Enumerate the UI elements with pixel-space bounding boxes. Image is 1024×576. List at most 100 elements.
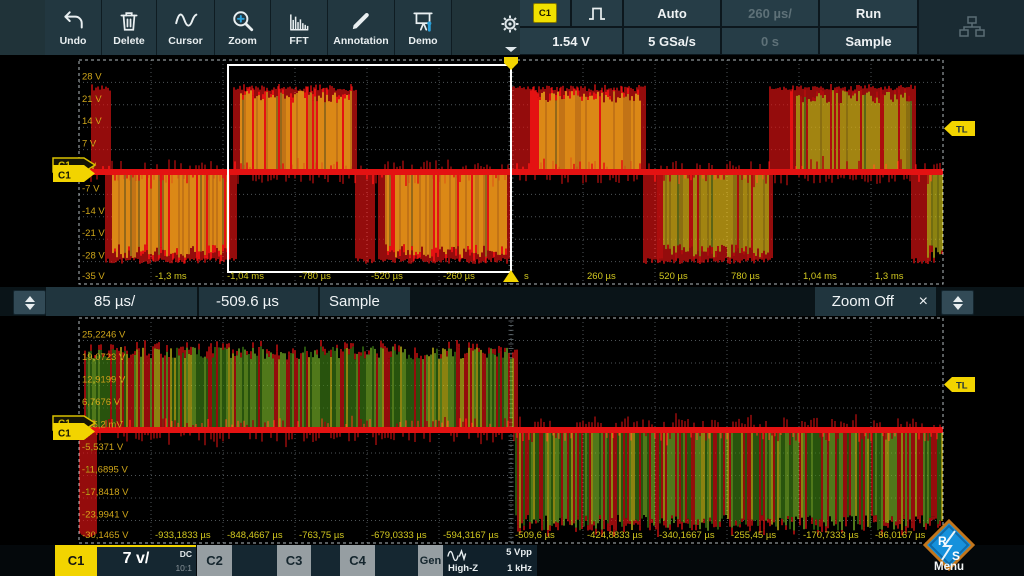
zoom-scale-stepper[interactable] xyxy=(13,290,46,315)
v-axis-label: 14 V xyxy=(82,116,102,127)
v-axis-corner-label: -30,1465 V xyxy=(82,530,129,541)
trigger-type-cell[interactable] xyxy=(572,0,622,26)
generator-impedance: High-Z xyxy=(448,563,478,574)
t-axis-label: 780 µs xyxy=(731,271,760,282)
zoom-close-button[interactable]: × xyxy=(911,287,936,316)
demo-button[interactable]: Demo xyxy=(395,0,452,55)
channel-4-tab[interactable]: C4 xyxy=(340,545,375,576)
v-axis-label: 7 V xyxy=(82,139,97,150)
channel-1-scale: 7 v/ xyxy=(97,550,175,568)
channel-1-settings-panel[interactable]: 7 v/ DC 10:1 xyxy=(97,545,196,576)
generator-tab[interactable]: Gen xyxy=(418,545,443,576)
zoom-position-cell[interactable]: -509.6 µs xyxy=(199,287,318,316)
v-axis-label: 25,2246 V xyxy=(82,330,126,341)
v-axis-label: 12,9199 V xyxy=(82,375,126,386)
stepper-up-icon xyxy=(953,296,963,302)
undo-button[interactable]: Undo xyxy=(45,0,102,55)
trigger-mode-label: Auto xyxy=(657,6,687,21)
trigger-level-cell[interactable]: 1.54 V xyxy=(520,28,622,54)
channel-bar: C1 7 v/ DC 10:1 C2 C3 C4 Gen High-Z 5 Vp… xyxy=(0,545,1024,576)
acquisition-state-label: Run xyxy=(856,6,881,21)
toolbar-button-label: Demo xyxy=(408,35,437,47)
channel-2-settings-panel[interactable] xyxy=(232,545,277,576)
channel-1-tab[interactable]: C1 xyxy=(55,545,97,576)
t-axis-label: -848,4667 µs xyxy=(227,530,283,541)
v-axis-corner-label: -35 V xyxy=(82,271,105,282)
channel-3-settings-panel[interactable] xyxy=(311,545,340,576)
generator-waveform-icon xyxy=(447,548,469,561)
zoom-mode-cell[interactable]: Sample xyxy=(320,287,410,316)
trigger-level-label: TL xyxy=(956,381,968,392)
trigger-mode-cell[interactable]: Auto xyxy=(624,0,720,26)
acquisition-mode-cell[interactable]: Sample xyxy=(820,28,917,54)
trigger-edge-icon xyxy=(587,5,607,22)
t-axis-label: -340,1667 µs xyxy=(659,530,715,541)
trigger-level-label: 1.54 V xyxy=(552,34,590,49)
v-axis-label: -11,6895 V xyxy=(82,465,128,476)
t-axis-label: -679,0333 µs xyxy=(371,530,427,541)
timebase-cell[interactable]: 260 µs/ xyxy=(722,0,818,26)
cursor-button[interactable]: Cursor xyxy=(157,0,215,55)
channel-badge: C1 xyxy=(533,3,557,23)
sine-cursor-icon xyxy=(174,9,198,33)
zoom-button[interactable]: Zoom xyxy=(215,0,271,55)
sample-rate-label: 5 GSa/s xyxy=(648,34,696,49)
v-axis-label: 19,0723 V xyxy=(82,352,126,363)
t-axis-label: -1,04 ms xyxy=(227,271,264,282)
zoom-off-cell[interactable]: Zoom Off × xyxy=(815,287,936,316)
t-axis-label: -509,6 µs xyxy=(515,530,555,541)
zoom-waveform-display[interactable]: 25,2246 V19,0723 V12,9199 V6,7676 V615,2… xyxy=(0,316,1024,545)
horizontal-position-label: 0 s xyxy=(761,34,779,49)
sample-rate-cell[interactable]: 5 GSa/s xyxy=(624,28,720,54)
magnifier-icon xyxy=(231,9,255,33)
network-status-cell[interactable] xyxy=(919,0,1024,54)
t-axis-label: -86,0167 µs xyxy=(875,530,926,541)
t-axis-label: 1,04 ms xyxy=(803,271,837,282)
delete-button[interactable]: Delete xyxy=(102,0,157,55)
trash-icon xyxy=(117,9,141,33)
channel-1-label: C1 xyxy=(68,553,85,568)
toolbar-button-label: Cursor xyxy=(168,35,202,47)
v-axis-label: -14 V xyxy=(82,206,105,217)
toolbar-button-label: Annotation xyxy=(333,35,388,47)
stepper-up-icon xyxy=(25,296,35,302)
channel-1-probe: 10:1 xyxy=(175,563,192,573)
channel-4-settings-panel[interactable] xyxy=(375,545,418,576)
v-axis-label: -5,5371 V xyxy=(82,442,124,453)
menu-button[interactable]: Menu xyxy=(922,561,976,573)
status-info-panel: C1 Auto 260 µs/ Run 1.54 V 5 GSa/s 0 s S… xyxy=(520,0,1024,55)
t-axis-label: -933,1833 µs xyxy=(155,530,211,541)
generator-settings-panel[interactable]: High-Z 5 Vpp 1 kHz xyxy=(443,545,537,576)
stepper-down-icon xyxy=(25,304,35,310)
zoom-toolbar: 85 µs/ -509.6 µs Sample Zoom Off × xyxy=(0,287,1024,316)
channel-3-label: C3 xyxy=(286,553,303,568)
acquisition-mode-label: Sample xyxy=(845,34,891,49)
toolbar-button-label: FFT xyxy=(289,35,308,47)
gear-icon xyxy=(500,14,520,34)
fft-button[interactable]: FFT xyxy=(271,0,328,55)
annotation-button[interactable]: Annotation xyxy=(328,0,395,55)
toolbar-button-label: Undo xyxy=(60,35,87,47)
t-axis-label: -780 µs xyxy=(299,271,331,282)
t-axis-label: 1,3 ms xyxy=(875,271,904,282)
v-axis-label: 21 V xyxy=(82,94,102,105)
v-axis-label: -21 V xyxy=(82,228,105,239)
oscilloscope-screen: { "toolbar": { "buttons": [ {"label":"Un… xyxy=(0,0,1024,576)
toolbar-collapse-arrow[interactable] xyxy=(505,47,517,52)
channel-2-tab[interactable]: C2 xyxy=(197,545,232,576)
zoom-position-stepper[interactable] xyxy=(941,290,974,315)
v-axis-label: 28 V xyxy=(82,71,102,82)
main-waveform-display[interactable]: s28 V21 V14 V7 V0 V-7 V-14 V-21 V-28 V-3… xyxy=(0,55,1024,287)
run-stop-cell[interactable]: Run xyxy=(820,0,917,26)
network-icon xyxy=(957,15,987,39)
channel-3-tab[interactable]: C3 xyxy=(277,545,311,576)
zoom-position-label: -509.6 µs xyxy=(216,293,279,310)
pencil-icon xyxy=(349,9,373,33)
trigger-source-cell[interactable]: C1 xyxy=(520,0,570,26)
zoom-scale-cell[interactable]: 85 µs/ xyxy=(46,287,197,316)
zoom-mode-label: Sample xyxy=(329,293,380,310)
v-axis-label: -7 V xyxy=(82,183,100,194)
horizontal-position-cell[interactable]: 0 s xyxy=(722,28,818,54)
v-axis-label: -23,9941 V xyxy=(82,510,129,521)
generator-frequency: 1 kHz xyxy=(507,563,532,574)
